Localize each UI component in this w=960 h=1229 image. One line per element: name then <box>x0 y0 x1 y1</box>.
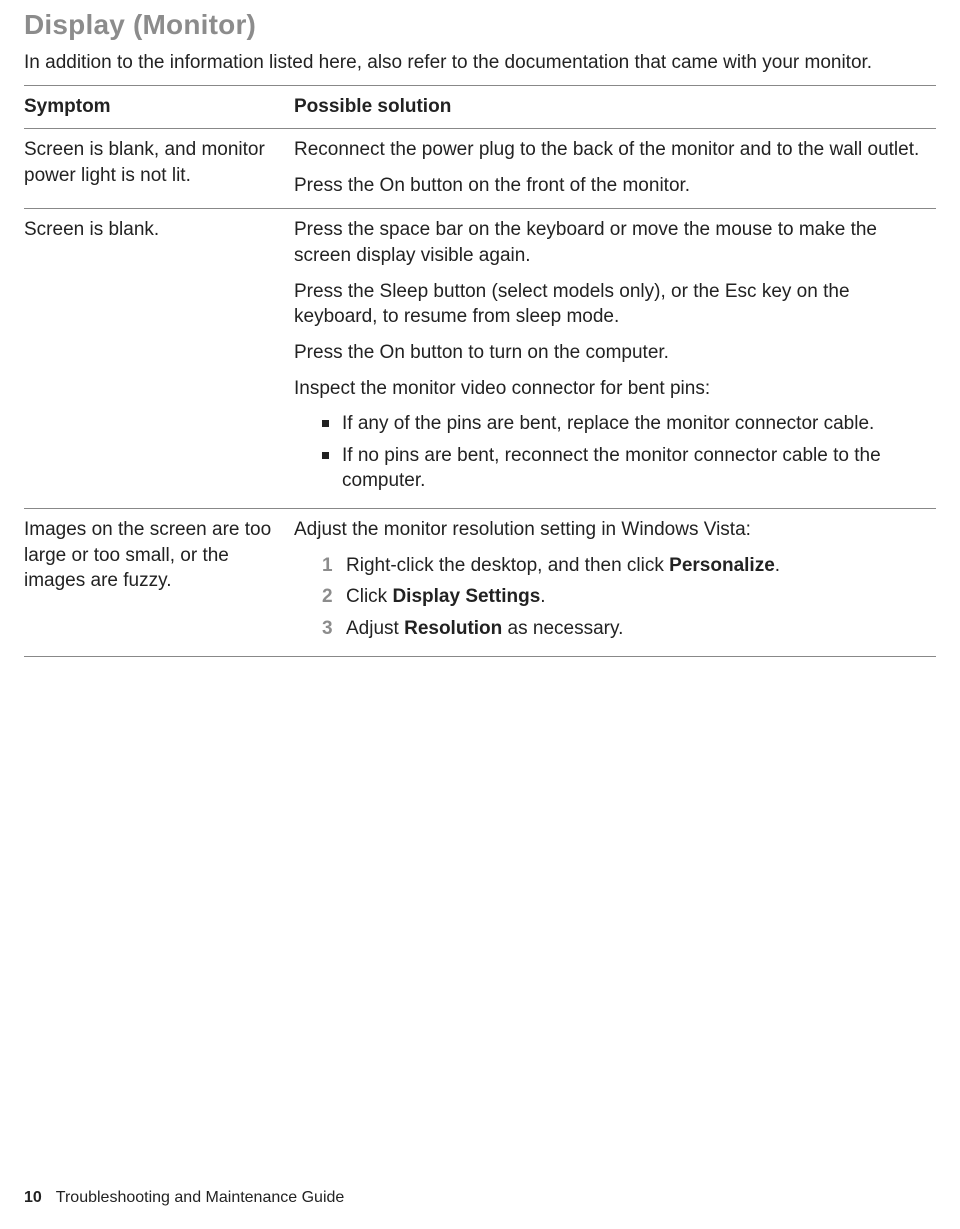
list-item: Adjust Resolution as necessary. <box>322 616 926 642</box>
solution-cell: Press the space bar on the keyboard or m… <box>294 209 936 509</box>
step-keyword: Personalize <box>669 555 775 576</box>
solution-para: Press the Sleep button (select models on… <box>294 279 926 330</box>
list-item: Click Display Settings. <box>322 584 926 610</box>
page-content: Display (Monitor) In addition to the inf… <box>0 0 960 657</box>
solution-bullets: If any of the pins are bent, replace the… <box>294 411 926 494</box>
list-item: If no pins are bent, reconnect the monit… <box>322 443 926 494</box>
troubleshooting-table: Symptom Possible solution Screen is blan… <box>24 85 936 656</box>
symptom-cell: Screen is blank, and monitor power light… <box>24 129 294 209</box>
doc-title: Troubleshooting and Maintenance Guide <box>56 1189 345 1206</box>
solution-cell: Adjust the monitor resolution setting in… <box>294 509 936 657</box>
step-pre: Click <box>346 586 392 607</box>
solution-para: Press the space bar on the keyboard or m… <box>294 217 926 268</box>
symptom-cell: Images on the screen are too large or to… <box>24 509 294 657</box>
solution-cell: Reconnect the power plug to the back of … <box>294 129 936 209</box>
solution-para: Press the On button on the front of the … <box>294 173 926 199</box>
page-footer: 10 Troubleshooting and Maintenance Guide <box>24 1187 344 1209</box>
table-header-solution: Possible solution <box>294 86 936 129</box>
step-keyword: Display Settings <box>392 586 540 607</box>
solution-para: Inspect the monitor video connector for … <box>294 376 926 402</box>
step-pre: Adjust <box>346 618 404 639</box>
table-header-symptom: Symptom <box>24 86 294 129</box>
step-post: . <box>775 555 780 576</box>
table-row: Screen is blank. Press the space bar on … <box>24 209 936 509</box>
table-row: Images on the screen are too large or to… <box>24 509 936 657</box>
step-pre: Right-click the desktop, and then click <box>346 555 669 576</box>
step-keyword: Resolution <box>404 618 502 639</box>
symptom-cell: Screen is blank. <box>24 209 294 509</box>
step-post: . <box>540 586 545 607</box>
solution-para: Reconnect the power plug to the back of … <box>294 137 926 163</box>
list-item: Right-click the desktop, and then click … <box>322 553 926 579</box>
solution-lead: Adjust the monitor resolution setting in… <box>294 517 926 543</box>
table-row: Screen is blank, and monitor power light… <box>24 129 936 209</box>
section-intro: In addition to the information listed he… <box>24 50 936 76</box>
list-item: If any of the pins are bent, replace the… <box>322 411 926 437</box>
page-number: 10 <box>24 1189 42 1206</box>
step-post: as necessary. <box>502 618 623 639</box>
section-title: Display (Monitor) <box>24 6 936 44</box>
solution-para: Press the On button to turn on the compu… <box>294 340 926 366</box>
solution-steps: Right-click the desktop, and then click … <box>294 553 926 642</box>
